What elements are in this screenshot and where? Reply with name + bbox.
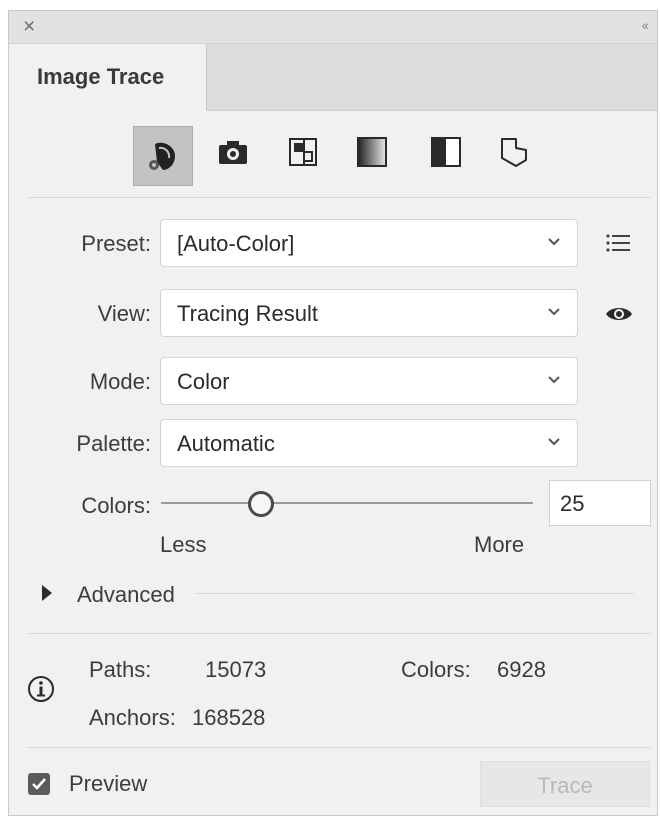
chevron-down-icon: [548, 438, 560, 446]
stat-colors-value: 6928: [497, 657, 546, 682]
slider-max-label: More: [474, 532, 525, 557]
tab-bar: Image Trace: [9, 44, 657, 111]
preset-value: [Auto-Color]: [177, 231, 295, 256]
collapse-panel-icon[interactable]: ‹‹: [642, 17, 649, 33]
outline-icon[interactable]: [494, 132, 534, 172]
advanced-toggle[interactable]: Advanced: [77, 582, 175, 608]
colors-label: Colors:: [81, 493, 151, 518]
slider-min-label: Less: [160, 532, 207, 557]
divider: [27, 197, 651, 198]
view-label: View:: [97, 301, 151, 326]
tab-image-trace[interactable]: Image Trace: [9, 44, 207, 111]
mode-label: Mode:: [89, 369, 151, 394]
colors-value-field[interactable]: 25: [549, 480, 651, 526]
palette-value: Automatic: [177, 431, 275, 456]
preview-checkbox[interactable]: [28, 773, 50, 795]
paths-value: 15073: [205, 657, 267, 682]
anchors-value: 168528: [192, 705, 266, 730]
preview-label: Preview: [69, 771, 148, 796]
chevron-down-icon: [548, 238, 560, 246]
trace-button[interactable]: Trace: [480, 761, 650, 807]
chevron-down-icon: [548, 308, 560, 316]
checkmark-icon: [32, 778, 46, 790]
eye-icon[interactable]: [605, 305, 633, 328]
disclosure-triangle-icon[interactable]: [41, 584, 53, 607]
high-color-icon[interactable]: [213, 132, 253, 172]
trace-button-label: Trace: [537, 773, 593, 798]
view-dropdown[interactable]: Tracing Result: [160, 289, 578, 337]
colors-slider-thumb[interactable]: [248, 491, 274, 517]
paths-label: Paths:: [89, 657, 152, 682]
info-icon: [27, 675, 55, 708]
manage-presets-icon[interactable]: [605, 232, 631, 259]
low-color-icon[interactable]: [283, 132, 323, 172]
chevron-down-icon: [548, 376, 560, 384]
mode-value: Color: [177, 369, 230, 394]
advanced-divider: [194, 593, 634, 594]
colors-value: 25: [560, 491, 585, 516]
divider: [27, 747, 651, 748]
auto-color-icon[interactable]: [133, 126, 193, 186]
tab-label: Image Trace: [37, 64, 165, 89]
colors-slider-track[interactable]: [161, 502, 533, 504]
stat-colors-label: Colors:: [401, 657, 471, 682]
palette-dropdown[interactable]: Automatic: [160, 419, 578, 467]
mode-dropdown[interactable]: Color: [160, 357, 578, 405]
preset-dropdown[interactable]: [Auto-Color]: [160, 219, 578, 267]
image-trace-panel: × ‹‹ Image Trace Preset: [Auto-Color] Vi…: [8, 10, 658, 816]
divider: [27, 633, 651, 634]
black-and-white-icon[interactable]: [426, 132, 466, 172]
close-icon[interactable]: ×: [23, 16, 35, 37]
anchors-label: Anchors:: [89, 705, 176, 730]
grayscale-icon[interactable]: [352, 132, 392, 172]
view-value: Tracing Result: [177, 301, 319, 326]
panel-titlebar: × ‹‹: [9, 11, 657, 44]
preset-label: Preset:: [81, 231, 151, 256]
palette-label: Palette:: [76, 431, 151, 456]
